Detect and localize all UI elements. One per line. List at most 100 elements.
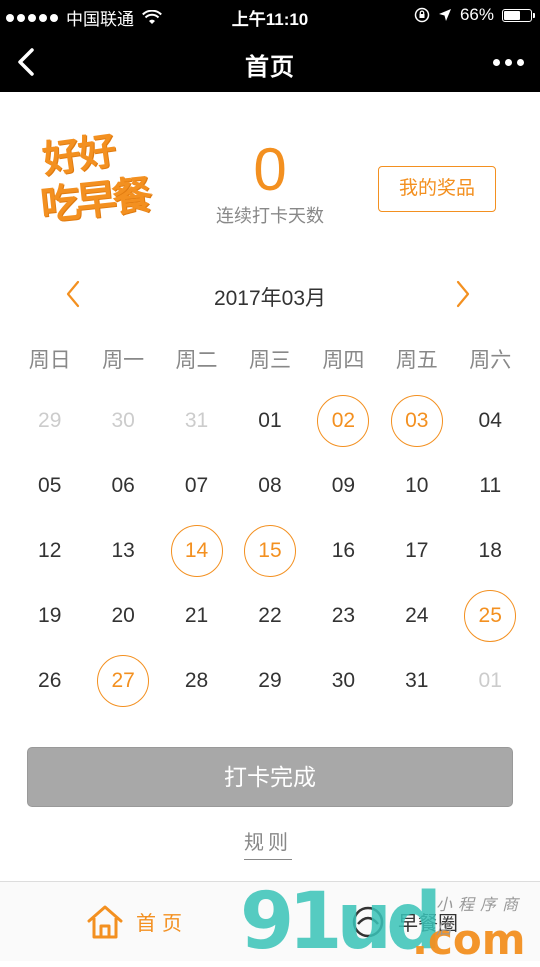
calendar-week-row: 19 20 21 22 23 24 25 bbox=[13, 583, 527, 648]
calendar-day[interactable]: 19 bbox=[13, 583, 86, 648]
calendar-day[interactable]: 07 bbox=[160, 453, 233, 518]
calendar-day-number: 14 bbox=[170, 524, 223, 577]
calendar-day-number: 18 bbox=[478, 538, 502, 562]
calendar-day-number: 27 bbox=[97, 654, 150, 707]
home-icon bbox=[87, 905, 123, 938]
calendar-day-checked[interactable]: 03 bbox=[380, 388, 453, 453]
tab-bar: 首页 早餐圈 bbox=[0, 881, 540, 961]
calendar-day-checked[interactable]: 02 bbox=[307, 388, 380, 453]
calendar-day-number: 09 bbox=[331, 473, 356, 497]
calendar-day-number: 26 bbox=[38, 668, 62, 692]
calendar-week-row: 12 13 14 15 16 17 18 bbox=[13, 518, 527, 583]
calendar-day[interactable]: 01 bbox=[233, 388, 306, 453]
calendar-day[interactable]: 04 bbox=[454, 388, 527, 453]
weekday-label: 周二 bbox=[175, 349, 218, 372]
streak-label: 连续打卡天数 bbox=[216, 206, 324, 226]
calendar-day[interactable]: 22 bbox=[233, 583, 306, 648]
calendar-day-checked[interactable]: 27 bbox=[86, 648, 159, 713]
more-options-icon[interactable] bbox=[484, 50, 524, 74]
calendar-week-row: 05 06 07 08 09 10 11 bbox=[13, 453, 527, 518]
calendar-day[interactable]: 23 bbox=[307, 583, 380, 648]
calendar-day-number: 25 bbox=[464, 589, 517, 642]
calendar-day-other-month[interactable]: 31 bbox=[160, 388, 233, 453]
status-bar: 中国联通 上午11:10 66% bbox=[0, 0, 540, 32]
calendar-grid: 29 30 31 01 02 03 04 05 06 07 08 09 10 11 12 13 14 15 16 17… bbox=[13, 388, 527, 713]
breakfast-circle-icon bbox=[352, 906, 384, 937]
calendar-day[interactable]: 29 bbox=[233, 648, 306, 713]
calendar-day-number: 28 bbox=[184, 668, 209, 692]
calendar-day-number: 24 bbox=[405, 603, 429, 627]
battery-fill bbox=[504, 10, 521, 20]
calendar-day-number: 30 bbox=[331, 668, 356, 692]
calendar-day-number: 19 bbox=[38, 603, 62, 627]
calendar-day[interactable]: 17 bbox=[380, 518, 453, 583]
tab-home-label: 首页 bbox=[136, 913, 188, 935]
calendar-day[interactable]: 20 bbox=[86, 583, 159, 648]
calendar-day[interactable]: 08 bbox=[233, 453, 306, 518]
weekday-header-row: 周日 周一 周二 周三 周四 周五 周六 bbox=[13, 344, 527, 374]
calendar-day[interactable]: 18 bbox=[454, 518, 527, 583]
weekday-label: 周五 bbox=[395, 349, 438, 372]
tab-breakfast-circle[interactable]: 早餐圈 bbox=[350, 882, 458, 961]
calendar-day-number: 30 bbox=[111, 408, 135, 432]
streak-count: 0 bbox=[253, 136, 287, 203]
calendar-day-number: 23 bbox=[331, 603, 356, 627]
calendar-day-number: 10 bbox=[405, 473, 429, 497]
calendar-day[interactable]: 28 bbox=[160, 648, 233, 713]
calendar-day-number: 31 bbox=[405, 668, 429, 692]
calendar-day[interactable]: 13 bbox=[86, 518, 159, 583]
calendar-day-other-month[interactable]: 01 bbox=[454, 648, 527, 713]
weekday-label: 周三 bbox=[248, 349, 291, 372]
calendar-day[interactable]: 10 bbox=[380, 453, 453, 518]
calendar-day-number: 11 bbox=[479, 473, 502, 497]
calendar-day-number: 05 bbox=[38, 473, 62, 497]
calendar-day-number: 01 bbox=[478, 668, 502, 692]
tab-breakfast-circle-label: 早餐圈 bbox=[398, 913, 458, 935]
calendar-day[interactable]: 31 bbox=[380, 648, 453, 713]
calendar-day-number: 22 bbox=[258, 603, 282, 627]
calendar-day[interactable]: 16 bbox=[307, 518, 380, 583]
calendar-day-number: 31 bbox=[184, 408, 209, 432]
calendar-day[interactable]: 11 bbox=[454, 453, 527, 518]
status-right: 66% bbox=[414, 5, 535, 25]
calendar-day[interactable]: 05 bbox=[13, 453, 86, 518]
tab-home[interactable]: 首页 bbox=[86, 882, 188, 961]
next-month-chevron-icon[interactable] bbox=[446, 276, 480, 312]
weekday-label: 周一 bbox=[102, 349, 145, 372]
calendar-day-checked[interactable]: 25 bbox=[454, 583, 527, 648]
calendar-day[interactable]: 12 bbox=[13, 518, 86, 583]
rules-link[interactable]: 规则 bbox=[244, 826, 292, 860]
calendar-day[interactable]: 26 bbox=[13, 648, 86, 713]
calendar-day-other-month[interactable]: 30 bbox=[86, 388, 159, 453]
calendar-day-number: 08 bbox=[258, 473, 282, 497]
calendar-day[interactable]: 09 bbox=[307, 453, 380, 518]
weekday-label: 周四 bbox=[322, 349, 365, 372]
logo-line-2: 吃早餐 bbox=[38, 172, 151, 230]
calendar-day-number: 07 bbox=[184, 473, 209, 497]
location-arrow-icon bbox=[438, 9, 451, 21]
calendar-week-row: 26 27 28 29 30 31 01 bbox=[13, 648, 527, 713]
calendar-day-number: 03 bbox=[390, 394, 443, 447]
weekday-label: 周六 bbox=[469, 349, 512, 372]
navigation-bar: 首页 bbox=[0, 32, 540, 92]
my-prizes-button[interactable]: 我的奖品 bbox=[378, 166, 496, 212]
calendar-day-number: 29 bbox=[258, 668, 282, 692]
streak-counter: 0 连续打卡天数 bbox=[200, 136, 340, 228]
calendar-day-other-month[interactable]: 29 bbox=[13, 388, 86, 453]
calendar-day[interactable]: 30 bbox=[307, 648, 380, 713]
calendar-day[interactable]: 24 bbox=[380, 583, 453, 648]
battery-percent: 66% bbox=[459, 5, 494, 24]
calendar-day-number: 21 bbox=[184, 603, 209, 627]
calendar-day-number: 20 bbox=[111, 603, 135, 627]
calendar-day-number: 12 bbox=[38, 538, 62, 562]
calendar-day-number: 29 bbox=[38, 408, 62, 432]
calendar-day-number: 17 bbox=[405, 538, 429, 562]
calendar-day-checked[interactable]: 15 bbox=[233, 518, 306, 583]
calendar-day-checked[interactable]: 14 bbox=[160, 518, 233, 583]
battery-icon bbox=[502, 8, 535, 22]
calendar-day[interactable]: 06 bbox=[86, 453, 159, 518]
calendar-day-number: 01 bbox=[258, 408, 282, 432]
calendar-day-number: 06 bbox=[111, 473, 135, 497]
checkin-complete-button[interactable]: 打卡完成 bbox=[27, 747, 513, 807]
calendar-day[interactable]: 21 bbox=[160, 583, 233, 648]
